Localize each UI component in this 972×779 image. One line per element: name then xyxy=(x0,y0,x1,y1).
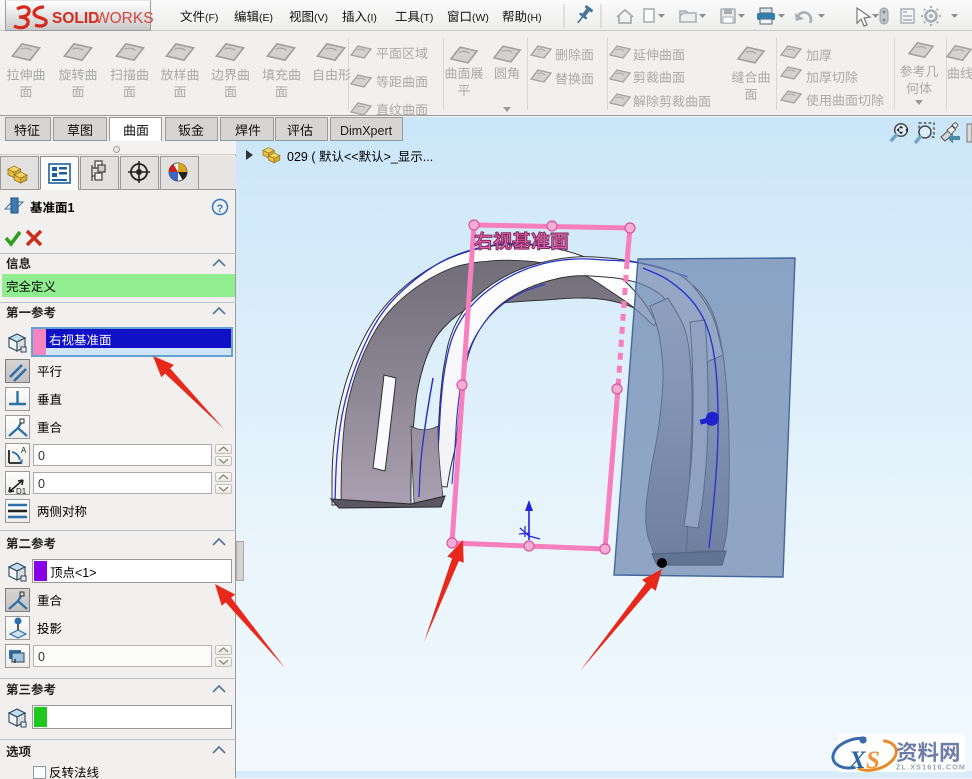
svg-text:SOLID: SOLID xyxy=(52,10,99,27)
svg-text:(E): (E) xyxy=(259,12,273,24)
svg-text:0: 0 xyxy=(38,650,45,664)
svg-text:A: A xyxy=(21,446,27,455)
svg-text:(F): (F) xyxy=(205,12,218,24)
svg-text:D1: D1 xyxy=(16,487,27,496)
svg-text:(V): (V) xyxy=(314,12,328,24)
svg-text:>_: >_ xyxy=(384,150,399,164)
svg-text:029 (: 029 ( xyxy=(287,150,316,164)
svg-text:(T): (T) xyxy=(420,12,433,24)
svg-text:<<: << xyxy=(344,150,359,164)
svg-text:?: ? xyxy=(217,203,224,215)
svg-text:0: 0 xyxy=(38,449,45,463)
svg-text:DimXpert: DimXpert xyxy=(340,124,393,138)
svg-text:(H): (H) xyxy=(527,12,542,24)
svg-text:(W): (W) xyxy=(472,12,489,24)
svg-text:WORKS: WORKS xyxy=(95,10,154,27)
svg-text:...: ... xyxy=(423,150,433,164)
svg-text:X: X xyxy=(848,747,867,774)
svg-text:0: 0 xyxy=(38,477,45,491)
svg-text:ZL.XS1616.COM: ZL.XS1616.COM xyxy=(896,763,966,772)
svg-text:(I): (I) xyxy=(367,12,377,24)
svg-text:<1>: <1> xyxy=(75,566,97,580)
svg-text:S: S xyxy=(866,747,880,774)
svg-text:1: 1 xyxy=(68,201,75,215)
